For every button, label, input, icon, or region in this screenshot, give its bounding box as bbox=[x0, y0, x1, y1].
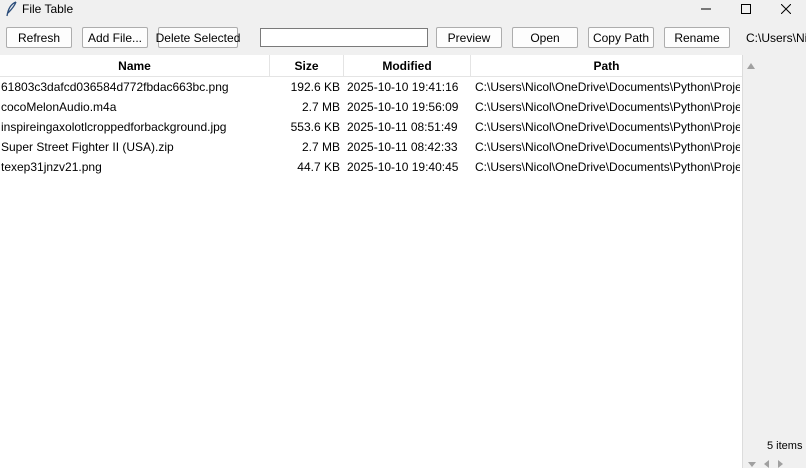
delete-selected-button[interactable]: Delete Selected bbox=[156, 27, 240, 48]
table-body: 61803c3dafcd036584d772fbdac663bc.png 192… bbox=[0, 77, 742, 177]
toolbar: Refresh Add File... Delete Selected Prev… bbox=[0, 20, 806, 54]
horizontal-scrollbar[interactable] bbox=[746, 458, 786, 468]
table-row[interactable]: 61803c3dafcd036584d772fbdac663bc.png 192… bbox=[0, 77, 742, 97]
table-header: Name Size Modified Path bbox=[0, 55, 742, 77]
maximize-button[interactable] bbox=[726, 0, 766, 18]
column-header-size[interactable]: Size bbox=[270, 55, 344, 77]
search-input[interactable] bbox=[260, 28, 428, 47]
table-row[interactable]: inspireingaxolotlcroppedforbackground.jp… bbox=[0, 117, 742, 137]
file-name: texep31jnzv21.png bbox=[1, 160, 102, 174]
item-count-label: 5 items bbox=[767, 440, 803, 452]
file-name: cocoMelonAudio.m4a bbox=[1, 100, 117, 114]
copy-path-button[interactable]: Copy Path bbox=[588, 27, 654, 48]
file-path: C:\Users\Nicol\OneDrive\Documents\Python… bbox=[475, 160, 740, 174]
file-path: C:\Users\Nicol\OneDrive\Documents\Python… bbox=[475, 140, 740, 154]
preview-button[interactable]: Preview bbox=[436, 27, 502, 48]
file-size: 553.6 KB bbox=[290, 120, 340, 134]
file-path: C:\Users\Nicol\OneDrive\Documents\Python… bbox=[475, 100, 740, 114]
feather-icon bbox=[5, 1, 19, 17]
refresh-button[interactable]: Refresh bbox=[6, 27, 72, 48]
file-name: inspireingaxolotlcroppedforbackground.jp… bbox=[1, 120, 227, 134]
scroll-up-arrow-icon[interactable] bbox=[747, 58, 755, 72]
file-name: 61803c3dafcd036584d772fbdac663bc.png bbox=[1, 80, 229, 94]
window-title: File Table bbox=[22, 2, 74, 16]
vertical-scrollbar[interactable] bbox=[742, 55, 759, 468]
file-modified: 2025-10-11 08:51:49 bbox=[347, 120, 458, 134]
table-row[interactable]: cocoMelonAudio.m4a 2.7 MB 2025-10-10 19:… bbox=[0, 97, 742, 117]
file-size: 2.7 MB bbox=[301, 100, 340, 114]
column-header-name[interactable]: Name bbox=[0, 55, 270, 77]
open-button[interactable]: Open bbox=[512, 27, 578, 48]
file-path: C:\Users\Nicol\OneDrive\Documents\Python… bbox=[475, 120, 740, 134]
rename-button[interactable]: Rename bbox=[664, 27, 730, 48]
title-bar: File Table bbox=[0, 0, 806, 20]
file-table: Name Size Modified Path 61803c3dafcd0365… bbox=[0, 55, 742, 468]
add-file-button[interactable]: Add File... bbox=[82, 27, 148, 48]
column-header-modified[interactable]: Modified bbox=[344, 55, 471, 77]
file-modified: 2025-10-10 19:56:09 bbox=[347, 100, 459, 114]
file-size: 2.7 MB bbox=[301, 140, 340, 154]
column-header-path[interactable]: Path bbox=[471, 55, 742, 77]
file-size: 44.7 KB bbox=[297, 160, 340, 174]
close-button[interactable] bbox=[766, 0, 806, 18]
file-modified: 2025-10-10 19:40:45 bbox=[347, 160, 459, 174]
current-path-label: C:\Users\Ni bbox=[746, 31, 806, 45]
file-modified: 2025-10-10 19:41:16 bbox=[347, 80, 459, 94]
minimize-button[interactable] bbox=[686, 0, 726, 18]
file-path: C:\Users\Nicol\OneDrive\Documents\Python… bbox=[475, 80, 740, 94]
table-row[interactable]: Super Street Fighter II (USA).zip 2.7 MB… bbox=[0, 137, 742, 157]
file-size: 192.6 KB bbox=[290, 80, 340, 94]
table-row[interactable]: texep31jnzv21.png 44.7 KB 2025-10-10 19:… bbox=[0, 157, 742, 177]
file-modified: 2025-10-11 08:42:33 bbox=[347, 140, 458, 154]
file-name: Super Street Fighter II (USA).zip bbox=[1, 140, 174, 154]
